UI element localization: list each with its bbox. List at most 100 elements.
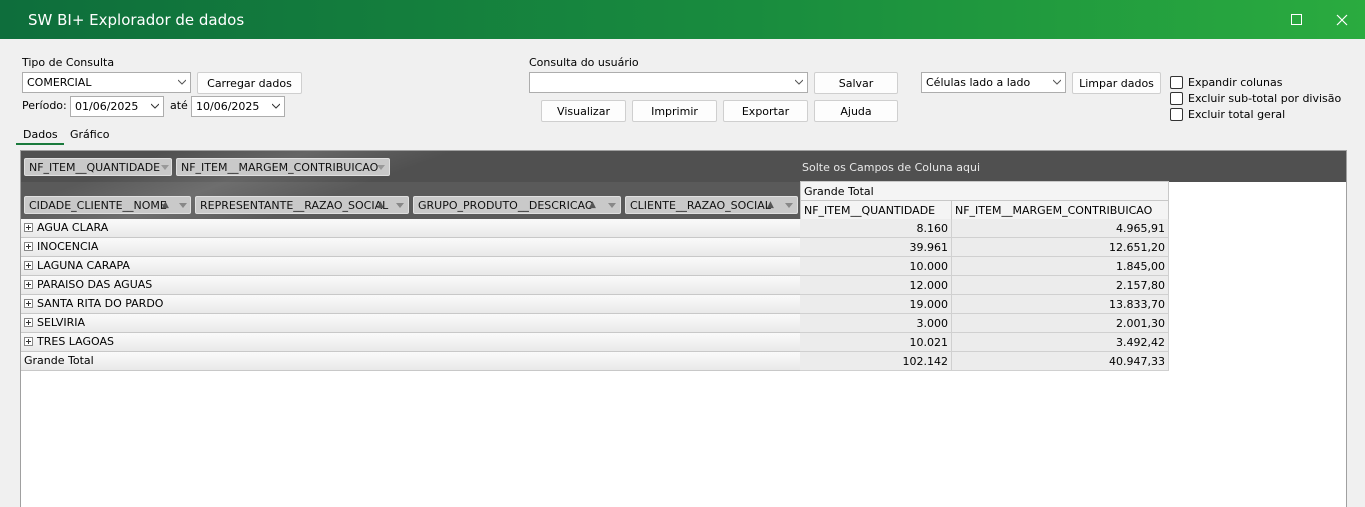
row-field-representante[interactable]: REPRESENTANTE__RAZAO_SOCIAL ▲	[195, 196, 409, 214]
row-field-label: REPRESENTANTE__RAZAO_SOCIAL	[200, 199, 389, 212]
sort-asc-icon: ▲	[589, 200, 596, 210]
chevron-down-icon	[151, 103, 159, 109]
cell-margem[interactable]: 1.845,00	[952, 257, 1169, 276]
chevron-down-icon	[377, 165, 385, 170]
total-quantidade[interactable]: 102.142	[800, 352, 952, 371]
row-label: SELVIRIA	[37, 316, 86, 329]
row-label: LAGUNA CARAPA	[37, 259, 130, 272]
row-field-cidade[interactable]: CIDADE_CLIENTE__NOME ▲	[24, 196, 191, 214]
title-bar: SW BI+ Explorador de dados	[0, 0, 1365, 39]
excluir-subtotal-label: Excluir sub-total por divisão	[1188, 92, 1342, 105]
row-label: INOCENCIA	[37, 240, 99, 253]
layout-select[interactable]: Células lado a lado	[921, 72, 1066, 93]
close-button[interactable]	[1319, 0, 1365, 39]
visualizar-button[interactable]: Visualizar	[541, 100, 626, 122]
cell-quantidade[interactable]: 12.000	[800, 276, 952, 295]
limpar-dados-button[interactable]: Limpar dados	[1072, 72, 1161, 94]
table-row[interactable]: PARAISO DAS AGUAS	[21, 276, 801, 295]
table-row[interactable]: INOCENCIA	[21, 238, 801, 257]
row-label: Grande Total	[24, 354, 94, 367]
expand-icon[interactable]	[24, 337, 33, 346]
close-icon	[1336, 14, 1348, 25]
cell-margem[interactable]: 13.833,70	[952, 295, 1169, 314]
tab-grafico[interactable]: Gráfico	[70, 128, 110, 141]
chevron-down-icon	[795, 79, 803, 85]
row-field-cliente[interactable]: CLIENTE__RAZAO_SOCIAL ▲	[625, 196, 798, 214]
row-field-label: CIDADE_CLIENTE__NOME	[29, 199, 167, 212]
expandir-colunas-label: Expandir colunas	[1188, 76, 1283, 89]
cell-margem[interactable]: 3.492,42	[952, 333, 1169, 352]
cell-quantidade[interactable]: 10.000	[800, 257, 952, 276]
chevron-down-icon	[785, 203, 793, 208]
expand-icon[interactable]	[24, 223, 33, 232]
chevron-down-icon	[1053, 79, 1061, 85]
tab-dados[interactable]: Dados	[23, 128, 58, 141]
data-field-label: NF_ITEM__QUANTIDADE	[29, 161, 161, 174]
value-header-quantidade[interactable]: NF_ITEM__QUANTIDADE	[800, 200, 952, 220]
data-field-margem[interactable]: NF_ITEM__MARGEM_CONTRIBUICAO	[176, 158, 390, 176]
table-row[interactable]: SANTA RITA DO PARDO	[21, 295, 801, 314]
periodo-inicio-value: 01/06/2025	[75, 100, 139, 113]
consulta-usuario-label: Consulta do usuário	[529, 56, 639, 69]
tipo-consulta-label: Tipo de Consulta	[22, 56, 115, 69]
cell-margem[interactable]: 12.651,20	[952, 238, 1169, 257]
expand-icon[interactable]	[24, 299, 33, 308]
excluir-total-geral-checkbox[interactable]	[1170, 108, 1183, 121]
ate-label: até	[170, 99, 188, 112]
sort-asc-icon: ▲	[162, 200, 169, 210]
grand-total-column-header: Grande Total	[800, 181, 1169, 201]
expand-icon[interactable]	[24, 242, 33, 251]
cell-margem[interactable]: 2.157,80	[952, 276, 1169, 295]
row-field-label: GRUPO_PRODUTO__DESCRICAO	[418, 199, 594, 212]
value-header-margem[interactable]: NF_ITEM__MARGEM_CONTRIBUICAO	[951, 200, 1169, 220]
row-label: TRES LAGOAS	[37, 335, 114, 348]
maximize-button[interactable]	[1273, 0, 1319, 39]
cell-margem[interactable]: 2.001,30	[952, 314, 1169, 333]
total-margem[interactable]: 40.947,33	[952, 352, 1169, 371]
excluir-total-geral-label: Excluir total geral	[1188, 108, 1286, 121]
row-label: AGUA CLARA	[37, 221, 109, 234]
consulta-usuario-select[interactable]	[529, 72, 808, 93]
row-label: PARAISO DAS AGUAS	[37, 278, 153, 291]
cell-quantidade[interactable]: 3.000	[800, 314, 952, 333]
expand-icon[interactable]	[24, 261, 33, 270]
data-field-label: NF_ITEM__MARGEM_CONTRIBUICAO	[181, 161, 379, 174]
cell-quantidade[interactable]: 8.160	[800, 219, 952, 238]
expand-icon[interactable]	[24, 280, 33, 289]
table-row[interactable]: LAGUNA CARAPA	[21, 257, 801, 276]
tipo-consulta-value: COMERCIAL	[27, 76, 92, 89]
expandir-colunas-checkbox[interactable]	[1170, 76, 1183, 89]
excluir-subtotal-checkbox[interactable]	[1170, 92, 1183, 105]
pivot-grid: NF_ITEM__QUANTIDADE NF_ITEM__MARGEM_CONT…	[20, 150, 1347, 507]
cell-margem[interactable]: 4.965,91	[952, 219, 1169, 238]
row-field-grupo-produto[interactable]: GRUPO_PRODUTO__DESCRICAO ▲	[413, 196, 621, 214]
sort-asc-icon: ▲	[767, 200, 774, 210]
exportar-button[interactable]: Exportar	[723, 100, 808, 122]
expand-icon[interactable]	[24, 318, 33, 327]
data-field-quantidade[interactable]: NF_ITEM__QUANTIDADE	[24, 158, 172, 176]
cell-quantidade[interactable]: 39.961	[800, 238, 952, 257]
active-tab-indicator	[16, 143, 64, 145]
chevron-down-icon	[179, 203, 187, 208]
chevron-down-icon	[396, 203, 404, 208]
column-drop-area[interactable]: Solte os Campos de Coluna aqui	[802, 161, 980, 174]
salvar-button[interactable]: Salvar	[814, 72, 898, 94]
cell-quantidade[interactable]: 10.021	[800, 333, 952, 352]
periodo-inicio-date[interactable]: 01/06/2025	[70, 96, 164, 117]
row-field-label: CLIENTE__RAZAO_SOCIAL	[630, 199, 771, 212]
tipo-consulta-select[interactable]: COMERCIAL	[22, 72, 191, 93]
layout-value: Células lado a lado	[926, 76, 1031, 89]
maximize-icon	[1290, 14, 1302, 25]
imprimir-button[interactable]: Imprimir	[632, 100, 717, 122]
ajuda-button[interactable]: Ajuda	[814, 100, 898, 122]
periodo-fim-date[interactable]: 10/06/2025	[191, 96, 285, 117]
carregar-dados-button[interactable]: Carregar dados	[197, 72, 302, 94]
cell-quantidade[interactable]: 19.000	[800, 295, 952, 314]
grand-total-row: Grande Total	[21, 352, 801, 371]
table-row[interactable]: AGUA CLARA	[21, 219, 801, 238]
periodo-label: Período:	[22, 99, 67, 112]
table-row[interactable]: TRES LAGOAS	[21, 333, 801, 352]
table-row[interactable]: SELVIRIA	[21, 314, 801, 333]
sort-asc-icon: ▲	[377, 200, 384, 210]
window-title: SW BI+ Explorador de dados	[28, 11, 245, 29]
